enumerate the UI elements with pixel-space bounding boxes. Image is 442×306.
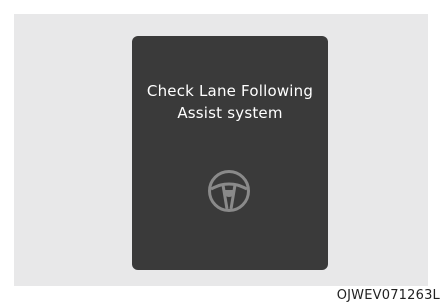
steering-wheel-icon <box>208 170 250 212</box>
figure-code: OJWEV071263L <box>336 288 440 303</box>
cluster-display: Check Lane Following Assist system <box>132 36 328 270</box>
warning-message: Check Lane Following Assist system <box>132 80 328 124</box>
warning-message-line-2: Assist system <box>177 104 283 122</box>
warning-message-line-1: Check Lane Following <box>146 82 314 100</box>
